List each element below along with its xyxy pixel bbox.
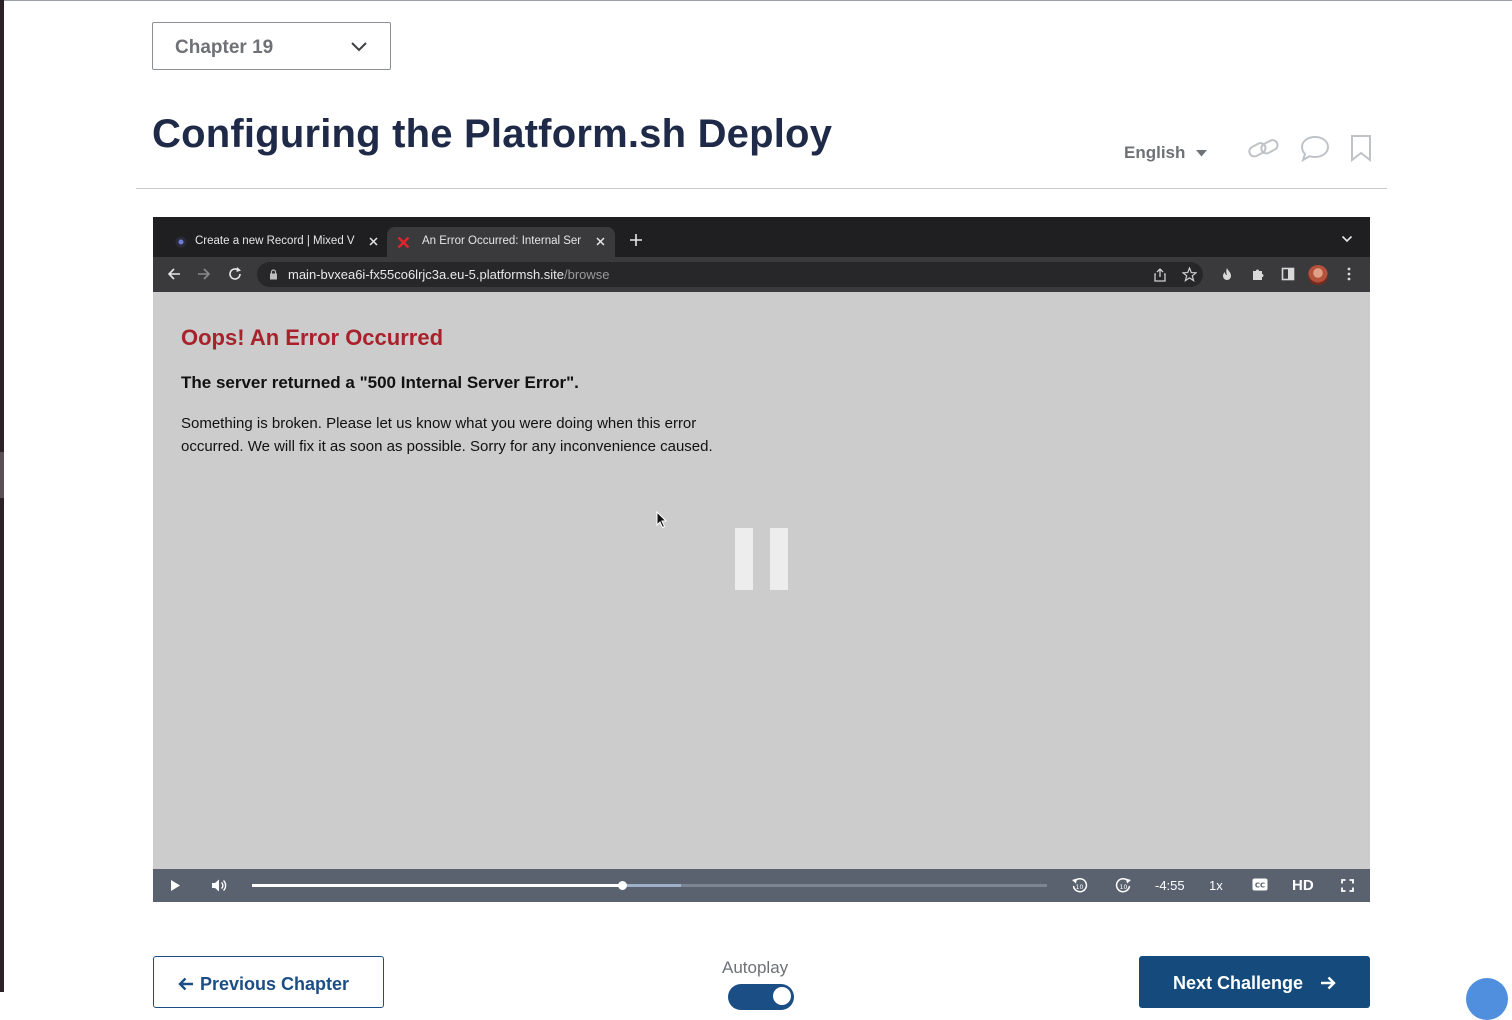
top-border <box>4 0 1512 1</box>
lock-icon <box>270 269 277 280</box>
url-path: /browse <box>564 267 610 282</box>
progress-played <box>252 884 622 887</box>
flame-icon[interactable] <box>1221 267 1233 281</box>
error-body: Something is broken. Please let us know … <box>181 415 713 455</box>
close-icon[interactable] <box>368 236 379 247</box>
chapter-select[interactable]: Chapter 19 <box>152 22 391 70</box>
share-icon[interactable] <box>1154 268 1166 282</box>
new-tab-icon[interactable] <box>629 233 643 247</box>
progress-handle[interactable] <box>617 881 627 890</box>
fullscreen-icon[interactable] <box>1341 879 1354 892</box>
captions-icon[interactable]: CC <box>1252 878 1268 891</box>
error-title: Oops! An Error Occurred <box>181 325 444 350</box>
puzzle-icon[interactable] <box>1251 267 1265 281</box>
avatar[interactable] <box>1308 265 1328 285</box>
chevron-down-icon <box>351 42 367 52</box>
browser-toolbar: main-bvxea6i-fx55co6lrjc3a.eu-5.platform… <box>153 257 1370 292</box>
autoplay-label: Autoplay <box>722 958 789 977</box>
link-icon[interactable] <box>1247 136 1281 162</box>
language-select[interactable]: English <box>1124 143 1185 163</box>
app-favicon-icon <box>175 236 187 248</box>
video-player[interactable]: Create a new Record | Mixed Vi An Error … <box>153 217 1370 902</box>
time-remaining: -4:55 <box>1155 878 1185 893</box>
browser-tab-bar: Create a new Record | Mixed Vi An Error … <box>153 217 1370 257</box>
bookmark-icon[interactable] <box>1350 134 1372 162</box>
rewind-10-icon[interactable]: 10 <box>1071 877 1088 894</box>
caret-down-icon[interactable] <box>1196 150 1207 157</box>
star-icon[interactable] <box>1182 267 1197 282</box>
quality-button[interactable]: HD <box>1292 877 1314 894</box>
tab-title: Create a new Record | Mixed Vi <box>195 235 355 247</box>
comment-icon[interactable] <box>1300 134 1330 162</box>
browser-tab-active[interactable]: An Error Occurred: Internal Ser <box>387 227 615 257</box>
chevron-down-icon[interactable] <box>1341 235 1353 243</box>
left-edge <box>0 0 4 992</box>
sidebar-icon[interactable] <box>1281 267 1295 281</box>
reload-icon[interactable] <box>228 267 242 281</box>
autoplay-toggle[interactable] <box>728 984 794 1010</box>
back-arrow-icon[interactable] <box>167 267 181 281</box>
header-divider <box>136 188 1387 189</box>
arrow-left-icon <box>178 977 193 991</box>
tab-title: An Error Occurred: Internal Ser <box>422 235 582 247</box>
help-chat-button[interactable] <box>1466 978 1508 1020</box>
chapter-select-value: Chapter 19 <box>175 37 274 58</box>
mouse-cursor-icon <box>656 511 668 529</box>
play-icon[interactable] <box>170 879 181 892</box>
next-challenge-label: Next Challenge <box>1173 973 1304 993</box>
progress-bar[interactable] <box>252 881 1047 890</box>
svg-text:10: 10 <box>1120 884 1128 891</box>
svg-text:CC: CC <box>1255 882 1265 890</box>
url-host: main-bvxea6i-fx55co6lrjc3a.eu-5.platform… <box>288 267 565 282</box>
forward-10-icon[interactable]: 10 <box>1115 877 1132 894</box>
edge-notch <box>0 452 4 498</box>
more-vert-icon[interactable] <box>1347 267 1351 281</box>
forward-arrow-icon[interactable] <box>197 267 211 281</box>
error-x-icon <box>397 236 410 249</box>
volume-icon[interactable] <box>211 878 228 893</box>
previous-chapter-button[interactable]: Previous Chapter <box>153 956 384 1008</box>
browser-tab[interactable]: Create a new Record | Mixed Vi <box>165 227 385 257</box>
error-subtitle: The server returned a "500 Internal Serv… <box>181 373 579 392</box>
svg-text:10: 10 <box>1076 884 1084 891</box>
playback-speed-button[interactable]: 1x <box>1209 878 1223 893</box>
page-title: Configuring the Platform.sh Deploy <box>152 112 833 156</box>
close-icon[interactable] <box>595 236 606 247</box>
pause-overlay-icon[interactable] <box>770 528 788 590</box>
toggle-knob <box>773 987 791 1005</box>
address-bar[interactable]: main-bvxea6i-fx55co6lrjc3a.eu-5.platform… <box>257 262 1203 287</box>
video-controls: 10 10 -4:55 1x CC HD <box>153 869 1370 902</box>
pause-overlay-icon[interactable] <box>735 528 753 590</box>
url-text: main-bvxea6i-fx55co6lrjc3a.eu-5.platform… <box>288 267 610 282</box>
next-challenge-button[interactable]: Next Challenge <box>1139 956 1370 1008</box>
arrow-right-icon <box>1321 976 1336 990</box>
